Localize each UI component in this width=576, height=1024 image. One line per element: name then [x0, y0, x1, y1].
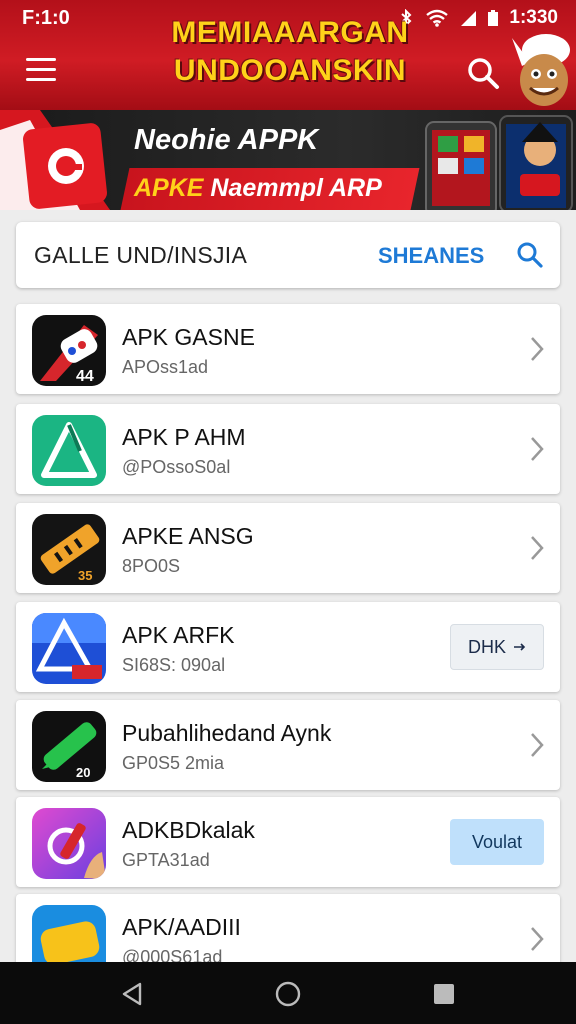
- home-icon[interactable]: [274, 980, 302, 1008]
- app-list-item[interactable]: 44 APK GASNE APOss1ad: [16, 304, 560, 394]
- app-title-line2: UNDOOANSKIN: [173, 54, 407, 87]
- app-subtitle: SI68S: 090al: [122, 655, 226, 675]
- svg-text:20: 20: [76, 765, 90, 780]
- download-button-label: DHK: [467, 636, 506, 657]
- chevron-right-icon: [531, 927, 544, 951]
- banner-headline: Neohie APPK: [134, 124, 319, 156]
- status-clock: 1:330: [509, 7, 558, 28]
- app-list-item[interactable]: 35 APKE ANSG 8PO0S: [16, 503, 560, 593]
- banner-subline: APKE Naemmpl ARP: [134, 174, 382, 203]
- download-button[interactable]: DHK: [450, 624, 544, 670]
- search-action-button[interactable]: SHEANES: [378, 243, 484, 269]
- promo-banner[interactable]: Neohie APPK APKE Naemmpl ARP: [0, 110, 576, 210]
- app-name: ADKBDkalak: [122, 817, 255, 843]
- dropdown-arrow-icon: [514, 643, 526, 651]
- app-list-item[interactable]: ADKBDkalak GPTA31ad Voulat: [16, 797, 560, 887]
- chef-mascot-icon: [512, 34, 570, 106]
- app-name: APK GASNE: [122, 324, 255, 350]
- status-time: F:1:0: [22, 7, 70, 29]
- chevron-right-icon: [531, 437, 544, 461]
- app-subtitle: @POssoS0al: [122, 457, 231, 477]
- app-name: APK ARFK: [122, 622, 235, 648]
- app-name: APK/AADIII: [122, 914, 241, 940]
- app-icon-prism: [32, 613, 106, 684]
- battery-icon: [488, 10, 499, 26]
- install-button[interactable]: Voulat: [450, 819, 544, 865]
- svg-text:44: 44: [76, 368, 94, 385]
- app-icon-brush: 20: [32, 711, 106, 782]
- banner-subline-highlight: APKE: [134, 174, 204, 202]
- app-icon-controller: 44: [32, 315, 106, 386]
- app-title: MEMIAAARGAN UNDOOANSKIN: [120, 14, 460, 90]
- app-icon-ruler: 35: [32, 514, 106, 585]
- banner-subline-rest: Naemmpl ARP: [210, 174, 382, 202]
- search-label: GALLE UND/INSJIA: [34, 242, 248, 268]
- flag-logo-icon: [0, 110, 110, 210]
- search-bar[interactable]: GALLE UND/INSJIA SHEANES: [16, 222, 560, 288]
- app-subtitle: GPTA31ad: [122, 850, 210, 870]
- chevron-right-icon: [531, 536, 544, 560]
- app-icon-pen: [32, 808, 106, 879]
- app-name: Pubahlihedand Aynk: [122, 720, 332, 746]
- chevron-right-icon: [531, 337, 544, 361]
- app-list-item[interactable]: APK P AHM @POssoS0al: [16, 404, 560, 494]
- signal-icon: [461, 11, 477, 26]
- search-icon[interactable]: [466, 56, 500, 90]
- phones-illustration-icon: [425, 115, 573, 210]
- app-header: F:1:0 1:330 MEMIAAARGAN UNDOOANSKIN: [0, 0, 576, 110]
- app-title-line1: MEMIAAARGAN: [171, 16, 409, 49]
- hamburger-menu-icon[interactable]: [26, 58, 56, 84]
- app-icon-triangle: [32, 415, 106, 486]
- system-nav-bar: [0, 962, 576, 1024]
- chevron-right-icon: [531, 733, 544, 757]
- app-subtitle: APOss1ad: [122, 357, 209, 377]
- app-subtitle: GP0S5 2mia: [122, 753, 225, 773]
- app-subtitle: 8PO0S: [122, 556, 181, 576]
- app-list-item[interactable]: 20 Pubahlihedand Aynk GP0S5 2mia: [16, 700, 560, 790]
- app-name: APK P AHM: [122, 424, 246, 450]
- app-list-item[interactable]: APK ARFK SI68S: 090al DHK: [16, 602, 560, 692]
- search-icon[interactable]: [516, 241, 544, 269]
- app-name: APKE ANSG: [122, 523, 254, 549]
- back-icon[interactable]: [118, 980, 146, 1008]
- svg-text:35: 35: [78, 568, 92, 583]
- recents-icon[interactable]: [430, 980, 458, 1008]
